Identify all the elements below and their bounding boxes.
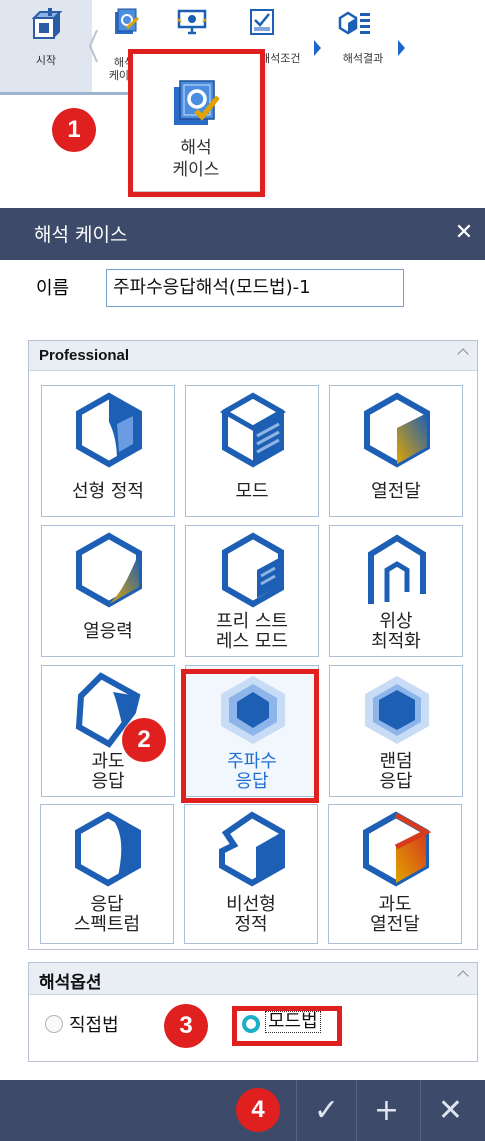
analysis-result-icon [338,11,370,35]
dialog-close-icon[interactable]: ✕ [453,222,475,244]
direct-method-radio[interactable] [45,1015,63,1033]
tile-prestress-mode[interactable]: 프리 스트 레스 모드 [185,525,319,657]
tile-heat-transfer[interactable]: 열전달 [329,385,463,517]
tile-label-2: 응답 [379,771,413,792]
name-input[interactable]: 주파수응답해석(모드법)-1 [106,269,404,307]
tile-label-2: 레스 모드 [216,631,288,652]
step-badge-2: 2 [122,718,166,762]
monitor-icon [177,9,207,35]
highlight-box-3 [232,1006,342,1046]
tile-label-2: 정적 [234,914,268,935]
analysis-condition-icon [250,9,274,35]
highlight-box-1 [128,49,265,197]
tile-label-2: 스펙트럼 [73,914,141,935]
ok-button[interactable]: ✓ [296,1080,356,1141]
tile-label: 선형 정적 [72,481,144,502]
analysis-case-icon [115,8,139,34]
cancel-button[interactable]: ✕ [420,1080,480,1141]
close-icon: ✕ [437,1093,464,1128]
collapse-chevron-icon[interactable] [457,348,469,360]
analysis-options-header[interactable]: 해석옵션 [29,963,477,995]
tile-label-2: 응답 [91,771,125,792]
name-row: 이름 주파수응답해석(모드법)-1 [0,260,485,320]
tile-transient-heat-transfer[interactable]: 과도 열전달 [328,804,462,944]
direct-method-label[interactable]: 직접법 [69,1011,119,1037]
tile-label: 열응력 [83,621,133,642]
prestress-mode-icon [222,532,284,608]
ribbon-start-button[interactable]: 시작 [0,0,92,92]
topology-optimization-icon [368,534,426,604]
plus-icon: + [373,1093,400,1128]
analysis-options-title: 해석옵션 [39,973,102,993]
step-badge-4: 4 [236,1088,280,1132]
random-response-icon [365,676,429,744]
check-icon: ✓ [313,1093,340,1128]
ribbon-next-arrow-icon [314,40,321,56]
tile-linear-static[interactable]: 선형 정적 [41,385,175,517]
professional-panel-header[interactable]: Professional [29,341,477,371]
tile-mode[interactable]: 모드 [185,385,319,517]
home-cube-icon [31,8,63,39]
tile-label: 열전달 [371,481,421,502]
tile-label-2: 열전달 [370,914,420,935]
tile-label: 모드 [235,481,269,502]
tile-label: 응답 [90,894,124,915]
ribbon-analysis-condition-label: 해석조건 [260,52,301,65]
tile-nonlinear-static[interactable]: 비선형 정적 [184,804,318,944]
ribbon-analysis-result-label: 해석결과 [342,52,384,65]
tile-label: 과도 [378,894,412,915]
heat-transfer-icon [364,392,430,468]
dialog-title: 해석 케이스 [34,224,128,246]
tile-thermal-stress[interactable]: 열응력 [41,525,175,657]
transient-heat-transfer-icon [363,811,432,887]
tile-label: 비선형 [226,894,276,915]
linear-static-icon [76,392,142,468]
tile-label: 위상 [379,611,413,632]
mode-icon [219,392,287,468]
dialog-header: 해석 케이스 ✕ [0,208,485,260]
tile-label: 프리 스트 [216,611,288,632]
tile-random-response[interactable]: 랜덤 응답 [329,665,463,797]
ribbon-start-label: 시작 [35,54,57,67]
ribbon-next-arrow-icon [398,40,405,56]
step-badge-1: 1 [52,108,96,152]
ribbon-analysis-result-button[interactable]: 해석결과 [328,0,398,92]
name-label: 이름 [36,278,70,299]
highlight-box-2 [181,669,319,803]
nonlinear-static-icon [219,811,285,887]
step-badge-3: 3 [164,1004,208,1048]
professional-panel-title: Professional [39,347,130,364]
collapse-chevron-icon[interactable] [457,970,469,982]
tile-label: 랜덤 [379,751,413,772]
add-button[interactable]: + [356,1080,416,1141]
thermal-stress-icon [76,532,142,608]
tile-label-2: 최적화 [371,631,421,652]
tile-response-spectrum[interactable]: 응답 스펙트럼 [40,804,174,944]
tile-topology-optimization[interactable]: 위상 최적화 [329,525,463,657]
response-spectrum-icon [75,811,141,887]
chevron-left-icon [88,29,98,63]
